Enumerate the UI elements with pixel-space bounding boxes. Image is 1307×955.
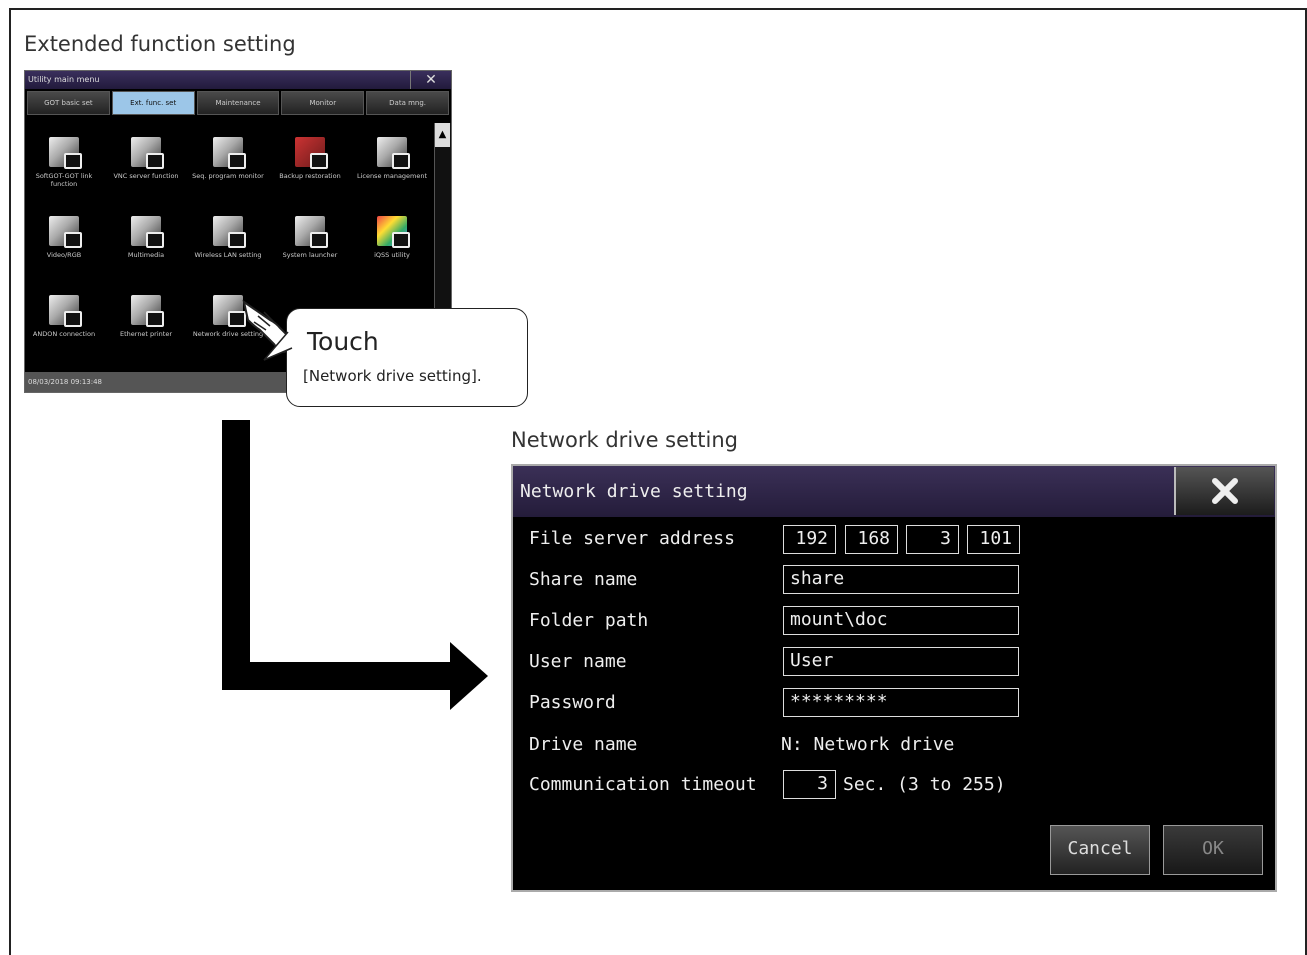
iqss-utility-button[interactable]: iQSS utility (353, 216, 431, 282)
ethernet-printer-button[interactable]: Ethernet printer (107, 295, 185, 361)
vnc-server-icon (131, 137, 164, 169)
drive-name-label: Drive name (529, 734, 638, 755)
multimedia-icon (131, 216, 164, 248)
folder-path-label: Folder path (529, 610, 649, 631)
system-launcher-label: System launcher (282, 251, 338, 259)
tab-maintenance[interactable]: Maintenance (196, 91, 280, 115)
ethernet-printer-icon (131, 295, 164, 327)
backup-restoration-button[interactable]: Backup restoration (271, 137, 349, 203)
video-rgb-icon (49, 216, 82, 248)
backup-restore-icon (295, 137, 328, 169)
softgot-link-icon (49, 137, 82, 169)
timeout-unit: Sec. (3 to 255) (843, 774, 1006, 795)
ip-octet-4-field[interactable]: 101 (967, 525, 1020, 554)
ip-octet-2-field[interactable]: 168 (845, 525, 898, 554)
file-server-address-label: File server address (529, 528, 735, 549)
dialog-title: Network drive setting (513, 466, 1275, 517)
cancel-button[interactable]: Cancel (1050, 825, 1150, 875)
ethernet-printer-label: Ethernet printer (119, 330, 172, 338)
sequence-monitor-icon (213, 137, 246, 169)
ip-octet-1-field[interactable]: 192 (783, 525, 836, 554)
multimedia-label: Multimedia (127, 251, 165, 259)
softgot-link-label: SoftGOT-GOT link function (35, 172, 93, 188)
wireless-lan-button[interactable]: Wireless LAN setting (189, 216, 267, 282)
iqss-utility-label: iQSS utility (374, 251, 410, 259)
status-datetime: 08/03/2018 09:13:48 (28, 378, 103, 386)
video-rgb-button[interactable]: Video/RGB (25, 216, 103, 282)
communication-timeout-label: Communication timeout (529, 774, 757, 795)
seq-program-monitor-button[interactable]: Seq. program monitor (189, 137, 267, 203)
system-launcher-icon (295, 216, 328, 248)
iqss-utility-icon (377, 216, 410, 248)
andon-connection-label: ANDON connection (32, 330, 96, 338)
utility-tabs: GOT basic set Ext. func. set Maintenance… (25, 91, 451, 115)
callout-tail (263, 331, 293, 361)
andon-icon (49, 295, 82, 327)
timeout-field[interactable]: 3 (783, 770, 836, 799)
multimedia-button[interactable]: Multimedia (107, 216, 185, 282)
softgot-link-button[interactable]: SoftGOT-GOT link function (25, 137, 103, 203)
ip-octet-3-field[interactable]: 3 (906, 525, 959, 554)
wireless-lan-icon (213, 216, 246, 248)
dialog-close-button[interactable] (1174, 467, 1274, 515)
flow-arrow (222, 420, 488, 710)
vnc-server-label: VNC server function (113, 172, 179, 180)
user-name-label: User name (529, 651, 627, 672)
drive-name-value: N: Network drive (781, 734, 955, 755)
scroll-up-icon[interactable]: ▲ (435, 123, 450, 147)
callout-subtitle: [Network drive setting]. (303, 367, 482, 385)
tab-ext-func-set[interactable]: Ext. func. set (111, 91, 195, 115)
ok-button[interactable]: OK (1163, 825, 1263, 875)
callout-title: Touch (307, 327, 379, 356)
license-management-button[interactable]: License management (353, 137, 431, 203)
video-rgb-label: Video/RGB (46, 251, 82, 259)
folder-path-field[interactable]: mount\doc (783, 606, 1019, 635)
system-launcher-button[interactable]: System launcher (271, 216, 349, 282)
network-drive-icon (213, 295, 246, 327)
tab-data-mng[interactable]: Data mng. (366, 91, 449, 115)
section-title-extended: Extended function setting (24, 32, 296, 56)
backup-restoration-label: Backup restoration (279, 172, 341, 180)
vnc-server-button[interactable]: VNC server function (107, 137, 185, 203)
andon-connection-button[interactable]: ANDON connection (25, 295, 103, 361)
wireless-lan-label: Wireless LAN setting (194, 251, 262, 259)
seq-program-monitor-label: Seq. program monitor (192, 172, 264, 180)
close-icon (1212, 478, 1238, 504)
tab-got-basic-set[interactable]: GOT basic set (27, 91, 110, 115)
utility-menu-title: Utility main menu (25, 71, 451, 89)
share-name-label: Share name (529, 569, 638, 590)
touch-callout: Touch [Network drive setting]. (286, 308, 528, 407)
license-icon (377, 137, 410, 169)
network-drive-dialog: Network drive setting File server addres… (511, 464, 1277, 892)
tab-monitor[interactable]: Monitor (281, 91, 365, 115)
share-name-field[interactable]: share (783, 565, 1019, 594)
password-label: Password (529, 692, 616, 713)
license-management-label: License management (356, 172, 428, 180)
password-field[interactable]: ********* (783, 688, 1019, 717)
utility-close-icon[interactable]: ✕ (410, 71, 451, 89)
user-name-field[interactable]: User (783, 647, 1019, 676)
section-title-network-drive: Network drive setting (511, 428, 738, 452)
